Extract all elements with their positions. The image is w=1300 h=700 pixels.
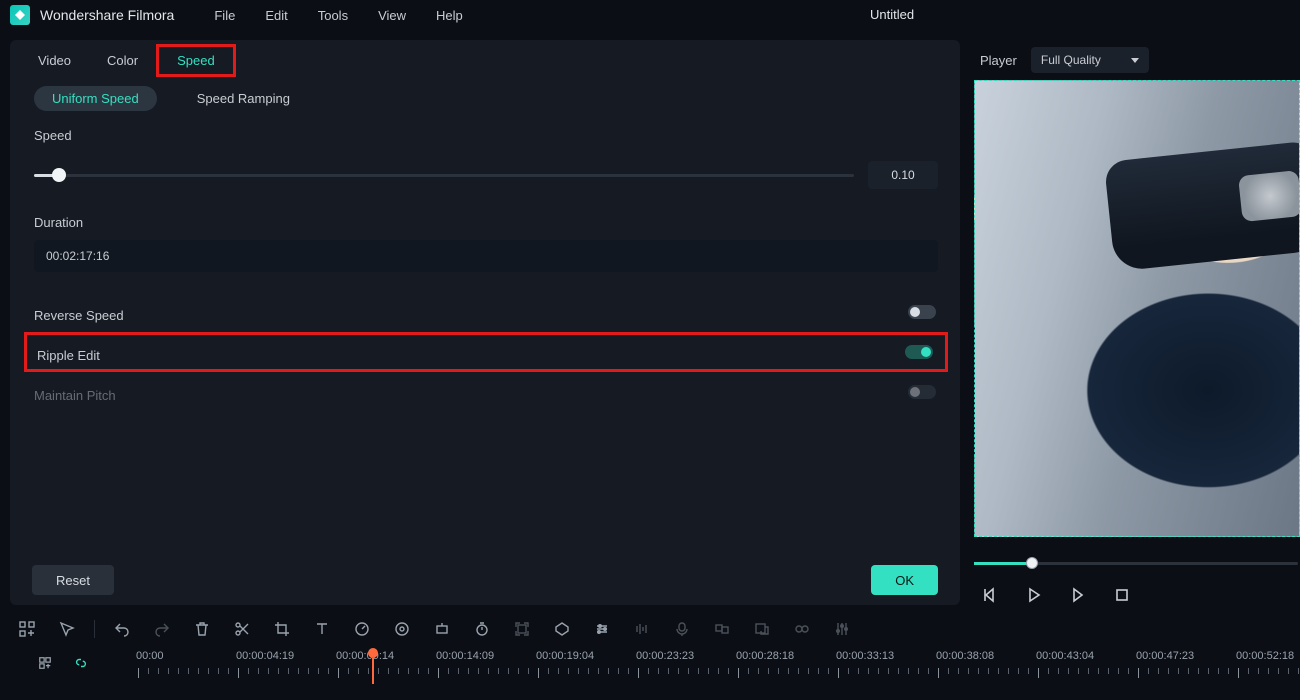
ripple-edit-row: Ripple Edit xyxy=(24,332,948,372)
player-controls xyxy=(974,575,1300,605)
tab-video[interactable]: Video xyxy=(20,47,89,74)
inspector-footer: Reset OK xyxy=(10,565,960,595)
menu-help[interactable]: Help xyxy=(436,8,463,23)
duration-input[interactable]: 00:02:17:16 xyxy=(34,240,938,272)
timer-icon[interactable] xyxy=(473,620,491,638)
ruler-time-label: 00:00:19:04 xyxy=(536,650,594,662)
timeline-toolbar xyxy=(18,614,1300,644)
track-manage-icon[interactable] xyxy=(36,654,54,672)
playhead[interactable] xyxy=(368,648,378,658)
redo-icon xyxy=(153,620,171,638)
speed-sub-tabs: Uniform Speed Speed Ramping xyxy=(10,80,960,116)
ruler-time-label: 00:00:14:09 xyxy=(436,650,494,662)
speed-value-input[interactable]: 0.10 xyxy=(868,161,938,189)
quality-value: Full Quality xyxy=(1041,53,1101,67)
subtab-uniform-speed[interactable]: Uniform Speed xyxy=(34,86,157,111)
main-area: Video Color Speed Uniform Speed Speed Ra… xyxy=(0,30,1300,605)
speed-icon[interactable] xyxy=(353,620,371,638)
seek-thumb[interactable] xyxy=(1026,557,1038,569)
stop-icon[interactable] xyxy=(1112,585,1132,605)
separator xyxy=(94,620,95,638)
split-icon[interactable] xyxy=(233,620,251,638)
ok-button[interactable]: OK xyxy=(871,565,938,595)
timeline-ruler[interactable]: 00:00 00:00:04:19 00:00:09:14 00:00:14:09 00… xyxy=(18,648,1300,688)
speed-slider[interactable] xyxy=(34,174,854,177)
player-bar: Player Full Quality xyxy=(974,40,1300,80)
ruler-time-label: 00:00:23:23 xyxy=(636,650,694,662)
document-title: Untitled xyxy=(870,7,914,22)
app-name: Wondershare Filmora xyxy=(40,7,174,23)
duration-label: Duration xyxy=(34,215,938,230)
color-icon[interactable] xyxy=(393,620,411,638)
keyframe-icon[interactable] xyxy=(433,620,451,638)
crop-icon[interactable] xyxy=(273,620,291,638)
menu-view[interactable]: View xyxy=(378,8,406,23)
ruler-time-label: 00:00:38:08 xyxy=(936,650,994,662)
add-media-icon[interactable] xyxy=(18,620,36,638)
menu-tools[interactable]: Tools xyxy=(318,8,348,23)
mask-icon[interactable] xyxy=(553,620,571,638)
preview-panel: Player Full Quality xyxy=(974,40,1300,605)
delete-icon[interactable] xyxy=(193,620,211,638)
prev-frame-icon[interactable] xyxy=(980,585,1000,605)
ripple-edit-label: Ripple Edit xyxy=(37,348,100,363)
reverse-speed-row: Reverse Speed xyxy=(34,292,938,332)
video-preview[interactable] xyxy=(974,80,1300,537)
ruler-time-label: 00:00:43:04 xyxy=(1036,650,1094,662)
reset-button[interactable]: Reset xyxy=(32,565,114,595)
group2-icon xyxy=(753,620,771,638)
ruler-time-label: 00:00:28:18 xyxy=(736,650,794,662)
speed-slider-thumb[interactable] xyxy=(52,168,66,182)
undo-icon[interactable] xyxy=(113,620,131,638)
voiceover-icon xyxy=(673,620,691,638)
play-icon[interactable] xyxy=(1024,585,1044,605)
preview-content xyxy=(1104,140,1300,271)
inspector-panel: Video Color Speed Uniform Speed Speed Ra… xyxy=(10,40,960,605)
next-frame-icon[interactable] xyxy=(1068,585,1088,605)
quality-select[interactable]: Full Quality xyxy=(1031,47,1149,73)
menu-edit[interactable]: Edit xyxy=(265,8,287,23)
link-icon[interactable] xyxy=(72,654,90,672)
audio-icon xyxy=(633,620,651,638)
group3-icon xyxy=(793,620,811,638)
group1-icon xyxy=(713,620,731,638)
chevron-down-icon xyxy=(1131,58,1139,63)
main-tabs: Video Color Speed xyxy=(10,40,960,80)
player-label: Player xyxy=(980,53,1017,68)
ruler-time-label: 00:00 xyxy=(136,650,164,662)
tab-speed[interactable]: Speed xyxy=(156,44,236,77)
tab-color[interactable]: Color xyxy=(89,47,156,74)
ruler-time-label: 00:00:33:13 xyxy=(836,650,894,662)
ruler-time-label: 00:00:09:14 xyxy=(336,650,394,662)
frame-icon xyxy=(513,620,531,638)
ruler-time-label: 00:00:52:18 xyxy=(1236,650,1294,662)
ruler-time-label: 00:00:04:19 xyxy=(236,650,294,662)
text-icon[interactable] xyxy=(313,620,331,638)
subtab-speed-ramping[interactable]: Speed Ramping xyxy=(179,86,308,111)
ripple-edit-toggle[interactable] xyxy=(905,345,933,359)
app-logo-icon xyxy=(10,5,30,25)
maintain-pitch-toggle xyxy=(908,385,936,399)
adjust-icon[interactable] xyxy=(593,620,611,638)
preview-seek-bar[interactable] xyxy=(974,551,1300,575)
timeline-area: 00:00 00:00:04:19 00:00:09:14 00:00:14:09 00… xyxy=(0,614,1300,688)
reverse-speed-label: Reverse Speed xyxy=(34,308,124,323)
ruler-time-label: 00:00:47:23 xyxy=(1136,650,1194,662)
mixer-icon xyxy=(833,620,851,638)
speed-body: Speed 0.10 Duration 00:02:17:16 Reverse … xyxy=(10,116,960,565)
maintain-pitch-row: Maintain Pitch xyxy=(34,372,938,412)
menu-file[interactable]: File xyxy=(214,8,235,23)
selection-tool-icon[interactable] xyxy=(58,620,76,638)
reverse-speed-toggle[interactable] xyxy=(908,305,936,319)
maintain-pitch-label: Maintain Pitch xyxy=(34,388,116,403)
speed-label: Speed xyxy=(34,128,938,143)
menubar: Wondershare Filmora File Edit Tools View… xyxy=(0,0,1300,30)
